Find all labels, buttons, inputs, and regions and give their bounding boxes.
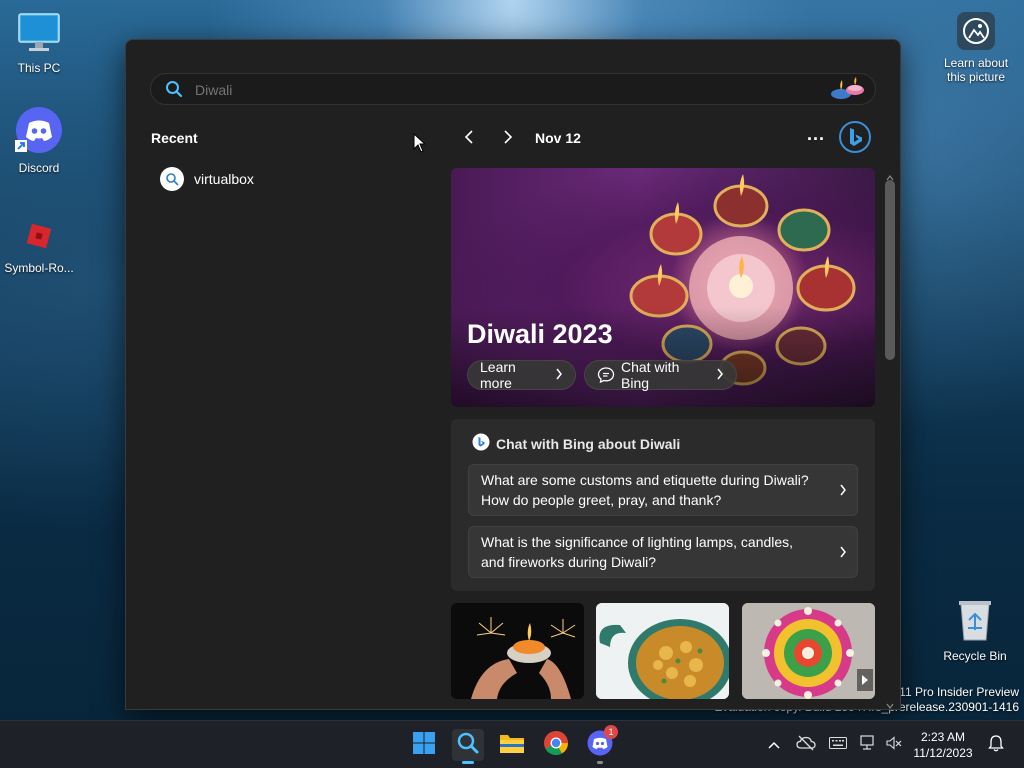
- clock-button[interactable]: 2:23 AM 11/12/2023: [910, 729, 976, 761]
- discord-taskbar-button[interactable]: 1: [584, 725, 618, 764]
- suggested-question-text: What are some customs and etiquette duri…: [481, 472, 809, 508]
- search-icon: [165, 80, 183, 103]
- learn-about-picture-button[interactable]: Learn about this picture: [936, 12, 1016, 84]
- bing-icon: [472, 433, 490, 454]
- running-indicator: [597, 761, 603, 764]
- windows-start-icon: [412, 731, 436, 760]
- search-icon: [160, 167, 184, 191]
- discord-icon: [1, 106, 77, 157]
- chrome-button[interactable]: [540, 729, 572, 761]
- hero-title: Diwali 2023: [467, 319, 613, 349]
- search-box[interactable]: [150, 73, 876, 105]
- chat-with-bing-label: Chat with Bing: [621, 359, 680, 391]
- suggested-question[interactable]: What are some customs and etiquette duri…: [468, 464, 858, 516]
- chevron-up-icon: [768, 736, 780, 754]
- chevron-right-icon: [555, 367, 563, 383]
- suggested-question[interactable]: What is the significance of lighting lam…: [468, 526, 858, 578]
- search-panel: Recent virtualbox Nov 12 ...: [125, 39, 901, 710]
- clock-time: 2:23 AM: [920, 730, 966, 744]
- volume-tray-button[interactable]: [884, 734, 904, 756]
- roblox-icon: [1, 218, 77, 257]
- keyboard-tray-button[interactable]: [828, 734, 848, 756]
- bing-chat-button[interactable]: [838, 120, 872, 159]
- scroll-down-icon[interactable]: [886, 696, 894, 709]
- chat-bubble-icon: [597, 366, 615, 384]
- chat-card-title-label: Chat with Bing about Diwali: [496, 435, 681, 452]
- desktop-icon-label: This PC: [17, 61, 61, 75]
- start-button[interactable]: [408, 729, 440, 761]
- learn-more-button[interactable]: Learn more: [467, 359, 576, 391]
- previous-button[interactable]: [458, 128, 480, 150]
- sparkler-diya-image: [451, 603, 584, 699]
- bing-icon: [838, 121, 872, 158]
- desktop-icon-label: Symbol-Ro...: [4, 261, 74, 275]
- rangoli-image: [742, 603, 875, 699]
- notifications-button[interactable]: [986, 734, 1006, 756]
- learn-about-picture-label: Learn about this picture: [943, 56, 1009, 84]
- curry-pot-image: [596, 603, 729, 699]
- diwali-doodle-icon[interactable]: [827, 76, 869, 107]
- chevron-right-icon: [839, 482, 847, 502]
- network-tray-button[interactable]: [858, 734, 878, 756]
- active-indicator: [462, 761, 474, 764]
- desktop-icon-this-pc[interactable]: This PC: [1, 12, 77, 75]
- chevron-right-icon: [502, 129, 514, 149]
- diwali-hero-card[interactable]: Diwali 2023 Learn more Chat with Bing: [451, 168, 875, 407]
- keyboard-icon: [829, 736, 847, 754]
- search-icon: [456, 731, 480, 760]
- chrome-icon: [543, 730, 569, 761]
- show-hidden-icons-button[interactable]: [764, 734, 784, 756]
- network-icon: [859, 734, 877, 756]
- scrollbar-thumb[interactable]: [885, 180, 895, 360]
- clock-date: 11/12/2023: [913, 746, 973, 760]
- thumbnail-rangoli[interactable]: [742, 603, 875, 699]
- search-input[interactable]: [193, 78, 797, 102]
- desktop-icon-recycle-bin[interactable]: Recycle Bin: [937, 598, 1013, 663]
- camera-icon: [957, 12, 995, 50]
- volume-muted-icon: [886, 735, 902, 755]
- highlight-date: Nov 12: [535, 130, 581, 146]
- thumbnail-curry[interactable]: [596, 603, 729, 699]
- desktop-icon-discord[interactable]: Discord: [1, 106, 77, 175]
- mouse-cursor-icon: [413, 132, 427, 158]
- chat-card-title: Chat with Bing about Diwali: [472, 433, 680, 454]
- desktop-icon-symbol-ro[interactable]: Symbol-Ro...: [1, 218, 77, 275]
- recent-item-label: virtualbox: [194, 171, 254, 187]
- monitor-icon: [1, 12, 77, 57]
- recent-heading: Recent: [151, 130, 198, 146]
- bing-chat-card: Chat with Bing about Diwali What are som…: [451, 419, 875, 591]
- recycle-bin-icon: [937, 598, 1013, 645]
- chat-with-bing-button[interactable]: Chat with Bing: [584, 359, 737, 391]
- thumbnail-row: [451, 603, 875, 703]
- chevron-right-icon: [839, 544, 847, 564]
- folder-icon: [499, 732, 525, 759]
- recent-item[interactable]: virtualbox: [160, 166, 254, 192]
- highlights-content: Diwali 2023 Learn more Chat with Bing Ch…: [451, 168, 876, 709]
- file-explorer-button[interactable]: [496, 729, 528, 761]
- notification-badge: 1: [604, 725, 618, 739]
- more-options-button[interactable]: ...: [804, 125, 828, 150]
- thumbnail-sparkler-diya[interactable]: [451, 603, 584, 699]
- cloud-off-icon: [796, 735, 816, 756]
- chevron-left-icon: [463, 129, 475, 149]
- learn-more-label: Learn more: [480, 359, 516, 391]
- onedrive-tray-button[interactable]: [796, 734, 816, 756]
- desktop-icon-label: Recycle Bin: [943, 649, 1007, 663]
- taskbar-search-button[interactable]: [452, 729, 484, 764]
- taskbar: 1 2:23 AM 11/12/2023: [0, 720, 1024, 768]
- highlights-nav: Nov 12 ...: [458, 121, 878, 153]
- chevron-right-icon: [716, 367, 724, 383]
- next-button[interactable]: [497, 128, 519, 150]
- desktop-icon-label: Discord: [18, 161, 60, 175]
- vertical-scrollbar[interactable]: [883, 168, 897, 709]
- suggested-question-text: What is the significance of lighting lam…: [481, 534, 794, 570]
- bell-icon: [988, 734, 1004, 757]
